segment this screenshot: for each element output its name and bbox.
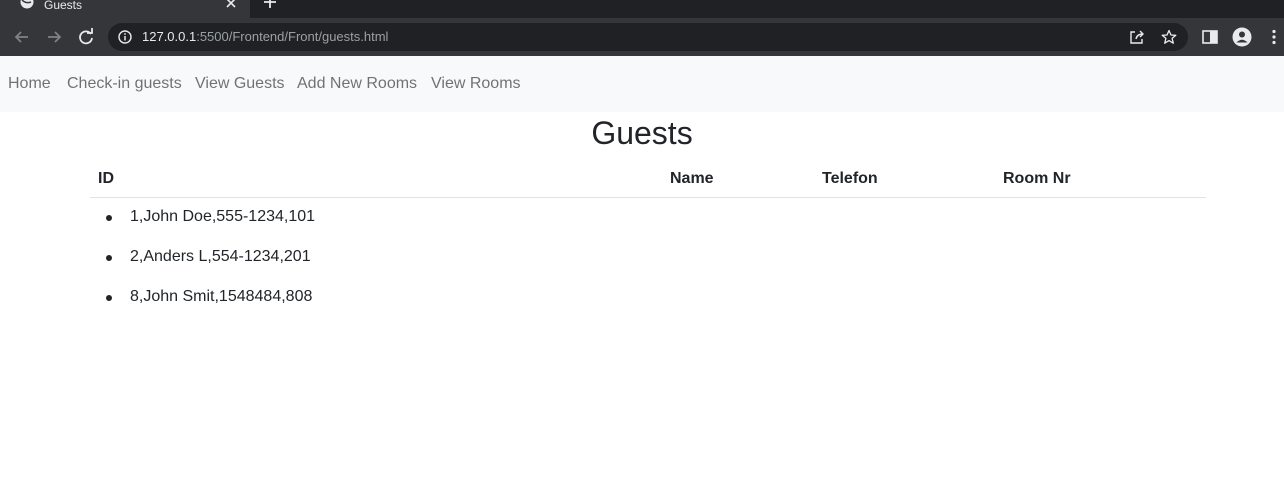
profile-icon[interactable] — [1232, 27, 1252, 47]
sidebar-icon[interactable] — [1200, 27, 1220, 47]
nav-link-home[interactable]: Home — [8, 75, 51, 93]
bullet — [106, 255, 112, 261]
guests-table: ID Name Telefon Room Nr 1,John Doe,555-1… — [90, 160, 1206, 305]
star-icon[interactable] — [1161, 29, 1177, 45]
address-bar[interactable]: 127.0.0.1:5500/Frontend/Front/guests.htm… — [108, 23, 1188, 51]
nav-link-add-new-rooms[interactable]: Add New Rooms — [297, 75, 417, 93]
close-icon[interactable] — [224, 0, 238, 9]
column-header-telefon: Telefon — [822, 170, 878, 187]
nav-link-view-rooms[interactable]: View Rooms — [431, 75, 521, 93]
bullet — [106, 215, 112, 221]
back-arrow-icon[interactable] — [12, 27, 32, 47]
column-header-id: ID — [98, 170, 114, 187]
url-path: :5500/Frontend/Front/guests.html — [196, 29, 389, 44]
forward-arrow-icon[interactable] — [44, 27, 64, 47]
plus-icon[interactable] — [262, 0, 278, 10]
bullet — [106, 295, 112, 301]
info-icon[interactable] — [118, 30, 132, 44]
share-icon[interactable] — [1129, 29, 1145, 45]
nav-link-check-in-guests[interactable]: Check-in guests — [67, 75, 182, 93]
more-vert-icon[interactable] — [1264, 27, 1284, 47]
site-navbar: Home Check-in guests View Guests Add New… — [0, 56, 1284, 112]
url-host: 127.0.0.1 — [142, 29, 197, 44]
list-item: 1,John Doe,555-1234,101 — [106, 208, 315, 248]
guest-entry: 1,John Doe,555-1234,101 — [130, 208, 316, 225]
guest-list: 1,John Doe,555-1234,101 2,Anders L,554-1… — [106, 208, 315, 328]
column-header-name: Name — [670, 170, 714, 187]
url-text: 127.0.0.1:5500/Frontend/Front/guests.htm… — [142, 29, 388, 45]
page-title: Guests — [591, 115, 693, 151]
browser-toolbar: 127.0.0.1:5500/Frontend/Front/guests.htm… — [0, 18, 1284, 56]
list-item: 2,Anders L,554-1234,201 — [106, 248, 315, 288]
globe-icon — [20, 0, 34, 9]
guest-entry: 8,John Smit,1548484,808 — [130, 288, 313, 305]
table-header: ID Name Telefon Room Nr — [90, 160, 1206, 198]
browser-tab[interactable]: Guests — [0, 0, 250, 18]
list-item: 8,John Smit,1548484,808 — [106, 288, 315, 328]
reload-icon[interactable] — [76, 27, 96, 47]
guest-entry: 2,Anders L,554-1234,201 — [130, 248, 311, 265]
tab-strip: Guests — [0, 0, 1284, 18]
tab-title: Guests — [44, 0, 83, 12]
column-header-room-nr: Room Nr — [1003, 170, 1071, 187]
nav-link-view-guests[interactable]: View Guests — [195, 75, 285, 93]
